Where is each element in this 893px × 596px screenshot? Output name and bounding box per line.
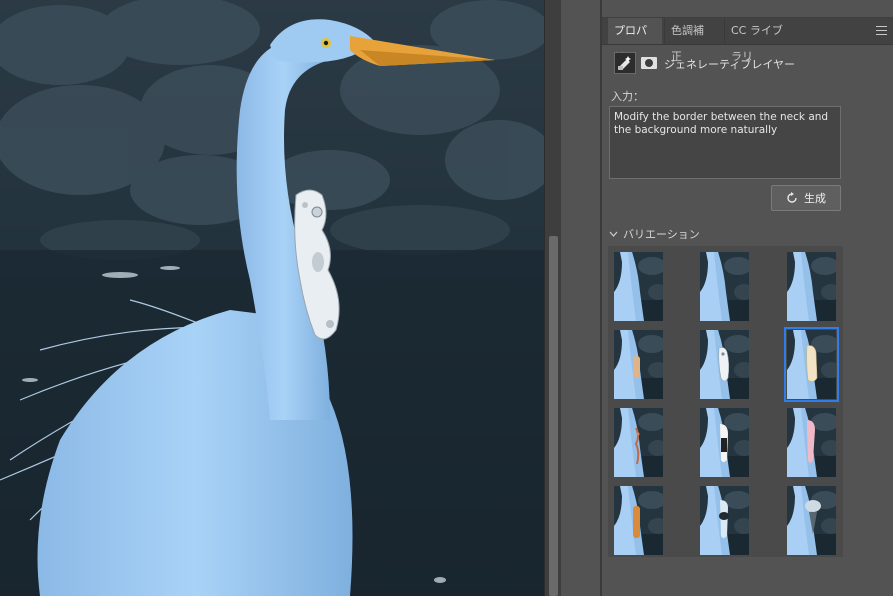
variation-image xyxy=(700,486,749,555)
generate-button-label: 生成 xyxy=(804,192,826,205)
variation-thumbnail[interactable] xyxy=(700,486,749,555)
scrollbar-thumb[interactable] xyxy=(549,236,558,596)
variations-section-header[interactable]: バリエーション xyxy=(609,226,700,241)
refresh-icon xyxy=(787,192,797,203)
variation-image xyxy=(614,330,663,399)
variation-thumbnail[interactable] xyxy=(614,330,663,399)
variation-thumbnail[interactable] xyxy=(787,486,836,555)
tab-adjustments[interactable]: 色調補正 xyxy=(664,18,720,63)
variation-image xyxy=(787,330,836,399)
variation-image xyxy=(787,252,836,321)
tab-cc-libraries[interactable]: CC ライブラリ xyxy=(724,18,794,63)
panel-tab-bar: プロパティ 色調補正 CC ライブラリ xyxy=(602,18,893,63)
variation-thumbnail[interactable] xyxy=(784,327,839,402)
variation-image xyxy=(614,252,663,321)
panel-menu-icon[interactable] xyxy=(876,26,887,35)
variation-thumbnail[interactable] xyxy=(614,486,663,555)
panel-top-bar xyxy=(602,0,893,18)
egret-photo xyxy=(0,0,544,596)
canvas-vertical-scrollbar[interactable] xyxy=(544,0,561,596)
variation-image xyxy=(614,408,663,477)
prompt-input[interactable]: Modify the border between the neck and t… xyxy=(609,106,841,179)
panel-gap xyxy=(561,0,599,596)
layer-type-row: ジェネレーティブレイヤー xyxy=(612,52,887,76)
layer-type-label: ジェネレーティブレイヤー xyxy=(664,58,796,71)
variation-thumbnail[interactable] xyxy=(614,408,663,477)
variation-thumbnail[interactable] xyxy=(700,330,749,399)
variation-thumbnail[interactable] xyxy=(787,408,836,477)
chevron-down-icon xyxy=(609,228,619,241)
variations-grid xyxy=(608,246,843,557)
variation-thumbnail[interactable] xyxy=(700,408,749,477)
variation-image xyxy=(700,330,749,399)
tab-properties[interactable]: プロパティ xyxy=(608,18,662,63)
properties-panel: プロパティ 色調補正 CC ライブラリ ジェネレーティブレイヤー 入力： Mod… xyxy=(602,0,893,596)
variation-image xyxy=(700,408,749,477)
variation-thumbnail[interactable] xyxy=(614,252,663,321)
generative-layer-icon[interactable] xyxy=(614,52,636,74)
variation-image xyxy=(614,486,663,555)
variations-label: バリエーション xyxy=(623,228,700,241)
variation-image xyxy=(700,252,749,321)
mask-icon[interactable] xyxy=(640,54,658,72)
variation-image xyxy=(787,408,836,477)
input-label: 入力： xyxy=(611,90,644,103)
document-canvas[interactable] xyxy=(0,0,544,596)
variation-thumbnail[interactable] xyxy=(700,252,749,321)
variation-image xyxy=(787,486,836,555)
variation-thumbnail[interactable] xyxy=(787,252,836,321)
generate-button[interactable]: 生成 xyxy=(771,185,841,211)
